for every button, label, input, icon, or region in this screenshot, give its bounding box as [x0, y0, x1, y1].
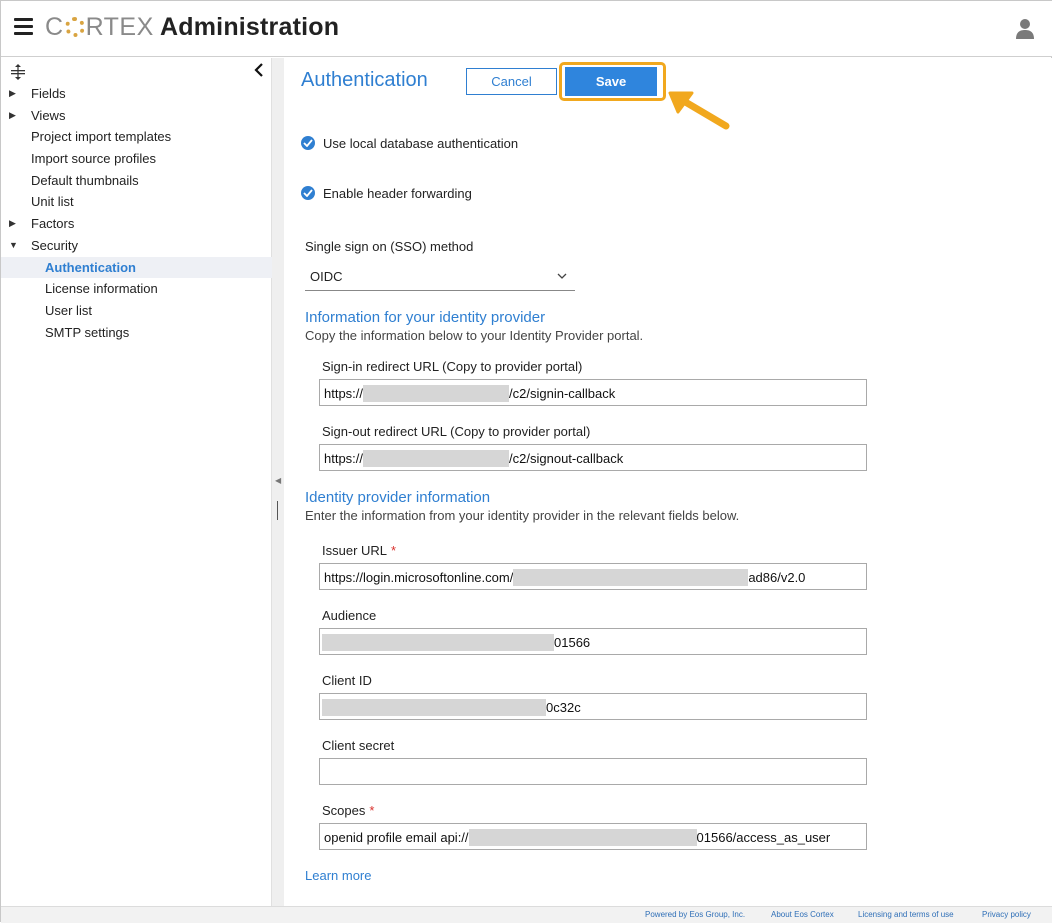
checkmark-icon[interactable]	[301, 136, 315, 150]
sidebar: ▶ Fields ▶ Views Project import templates …	[1, 58, 272, 906]
sso-method-label: Single sign on (SSO) method	[305, 239, 474, 254]
redacted-text	[363, 450, 510, 467]
redacted-text	[322, 634, 554, 651]
identity-info-title: Information for your identity provider	[305, 309, 546, 326]
caret-right-icon[interactable]: ▶	[9, 213, 16, 235]
admin-nav: ▶ Fields ▶ Views Project import templates …	[1, 83, 272, 343]
redacted-text	[363, 385, 510, 402]
sidebar-item-import-source-profiles[interactable]: Import source profiles	[1, 148, 272, 170]
issuer-url-label: Issuer URL *	[322, 543, 397, 558]
caret-right-icon[interactable]: ▶	[9, 105, 16, 127]
identity-info-description: Copy the information below to your Ident…	[305, 328, 644, 343]
sidebar-splitter[interactable]: ◀	[272, 58, 284, 906]
sidebar-item-license-information[interactable]: License information	[1, 278, 272, 300]
privacy-policy-link[interactable]: Privacy policy	[982, 910, 1031, 919]
brand-logo: C RTEX	[45, 13, 154, 41]
licensing-link[interactable]: Licensing and terms of use	[858, 910, 954, 919]
splitter-arrow-icon[interactable]: ◀	[275, 476, 281, 485]
scopes-label: Scopes *	[322, 803, 375, 818]
app-title: Administration	[160, 13, 340, 41]
app-window: C RTEX Administration ▶ Fields ▶ Views Proj…	[0, 0, 1052, 923]
page-title: Authentication	[301, 69, 428, 91]
sidebar-item-smtp-settings[interactable]: SMTP settings	[1, 322, 272, 344]
header-forwarding-checkbox[interactable]: Enable header forwarding	[301, 183, 472, 203]
signin-url-label: Sign-in redirect URL (Copy to provider p…	[322, 359, 583, 374]
client-secret-field[interactable]	[319, 758, 867, 785]
local-db-auth-checkbox[interactable]: Use local database authentication	[301, 133, 518, 153]
signout-url-label: Sign-out redirect URL (Copy to provider …	[322, 424, 591, 439]
about-link[interactable]: About Eos Cortex	[771, 910, 834, 919]
sidebar-item-fields[interactable]: ▶ Fields	[1, 83, 272, 105]
splitter-handle[interactable]	[277, 501, 278, 520]
sidebar-item-factors[interactable]: ▶ Factors	[1, 213, 272, 235]
required-marker: *	[391, 543, 397, 558]
sso-method-select[interactable]: OIDC	[305, 264, 575, 291]
issuer-url-field[interactable]: https://login.microsoftonline.com/ad86/v…	[319, 563, 867, 590]
menu-icon[interactable]	[14, 18, 33, 35]
main-content: Authentication Cancel Save Use local dat…	[284, 58, 1052, 906]
redacted-text	[322, 699, 546, 716]
provider-info-title: Identity provider information	[305, 489, 491, 506]
cancel-button[interactable]: Cancel	[466, 68, 557, 95]
collapse-sidebar-icon[interactable]	[252, 62, 266, 78]
callout-arrow-icon	[668, 91, 730, 130]
provider-info-description: Enter the information from your identity…	[305, 508, 740, 523]
sidebar-item-views[interactable]: ▶ Views	[1, 105, 272, 127]
expand-collapse-all-icon[interactable]	[9, 63, 27, 81]
sso-method-value: OIDC	[310, 269, 343, 284]
redacted-text	[468, 829, 697, 846]
client-secret-label: Client secret	[322, 738, 395, 753]
caret-down-icon[interactable]: ▼	[9, 235, 18, 257]
sidebar-item-project-import-templates[interactable]: Project import templates	[1, 126, 272, 148]
sidebar-item-authentication[interactable]: Authentication	[1, 256, 272, 279]
chevron-down-icon[interactable]	[557, 272, 567, 280]
user-account-icon[interactable]	[1015, 18, 1035, 40]
sidebar-item-default-thumbnails[interactable]: Default thumbnails	[1, 170, 272, 192]
redacted-text	[513, 569, 749, 586]
client-id-label: Client ID	[322, 673, 372, 688]
save-button[interactable]: Save	[565, 67, 657, 96]
sidebar-item-user-list[interactable]: User list	[1, 300, 272, 322]
caret-right-icon[interactable]: ▶	[9, 83, 16, 105]
sidebar-item-security[interactable]: ▼ Security	[1, 235, 272, 257]
audience-field[interactable]: 01566	[319, 628, 867, 655]
signout-url-field[interactable]: https:///c2/signout-callback	[319, 444, 867, 471]
app-header: C RTEX Administration	[1, 1, 1052, 57]
app-logo: C RTEX Administration	[45, 13, 339, 42]
required-marker: *	[369, 803, 375, 818]
sidebar-item-unit-list[interactable]: Unit list	[1, 191, 272, 213]
checkmark-icon[interactable]	[301, 186, 315, 200]
client-id-field[interactable]: 0c32c	[319, 693, 867, 720]
footer: Powered by Eos Group, Inc. About Eos Cor…	[1, 906, 1052, 923]
signin-url-field[interactable]: https:///c2/signin-callback	[319, 379, 867, 406]
learn-more-link[interactable]: Learn more	[305, 868, 371, 883]
scopes-field[interactable]: openid profile email api://01566/access_…	[319, 823, 867, 850]
powered-by-link[interactable]: Powered by Eos Group, Inc.	[645, 910, 745, 919]
audience-label: Audience	[322, 608, 377, 623]
